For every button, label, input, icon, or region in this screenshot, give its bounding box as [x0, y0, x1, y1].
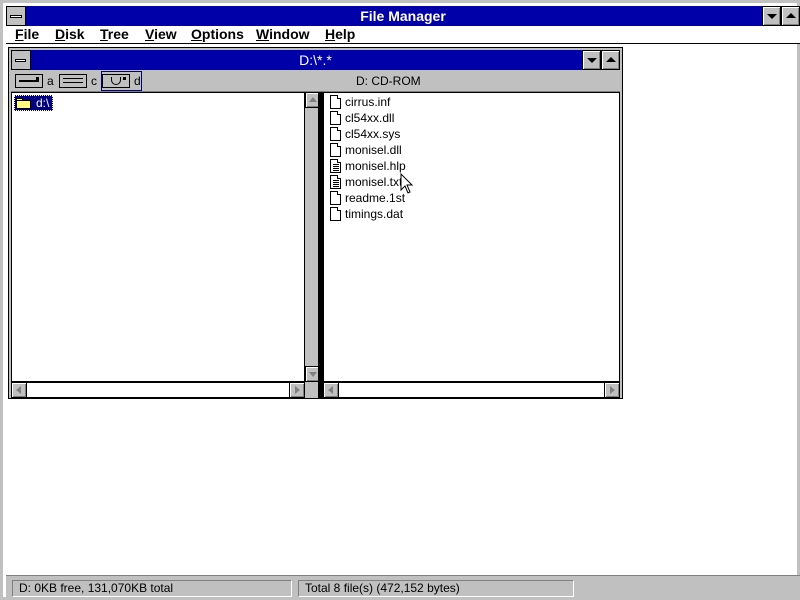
file-name: monisel.txt: [345, 175, 403, 189]
file-list-item[interactable]: timings.dat: [330, 206, 403, 222]
menu-file-label: ile: [23, 26, 40, 42]
tree-root-label: d:\: [36, 96, 50, 110]
minimize-icon: [587, 58, 597, 63]
drive-c-label: c: [91, 74, 97, 88]
file-name: timings.dat: [345, 207, 404, 221]
scroll-up-icon: [309, 97, 317, 102]
file-list-item[interactable]: monisel.dll: [330, 142, 402, 158]
menu-file-mnemonic: F: [15, 26, 24, 42]
file-list-item[interactable]: monisel.hlp: [330, 158, 406, 174]
directory-minimize-button[interactable]: [582, 50, 601, 70]
maximize-icon: [606, 57, 616, 62]
disk-space-status: D: 0KB free, 131,070KB total: [12, 580, 292, 597]
menu-help-mnemonic: H: [325, 26, 336, 42]
menu-tree[interactable]: Tree: [100, 26, 129, 42]
document-icon: [330, 207, 341, 221]
tree-scroll-left-button[interactable]: [11, 382, 27, 398]
text-document-icon: [330, 159, 341, 173]
maximize-icon: [786, 13, 796, 18]
hard-drive-icon: [59, 74, 87, 88]
menu-disk-label: isk: [65, 26, 85, 42]
menu-view-mnemonic: V: [145, 26, 155, 42]
document-icon: [330, 111, 341, 125]
file-name: cirrus.inf: [345, 95, 391, 109]
tree-horizontal-scrollbar[interactable]: [11, 382, 305, 398]
document-icon: [330, 191, 341, 205]
cdrom-drive-icon: [102, 74, 130, 88]
status-bar: D: 0KB free, 131,070KB total Total 8 fil…: [6, 575, 800, 600]
menu-options-mnemonic: O: [191, 26, 202, 42]
file-scroll-right-button[interactable]: [604, 382, 620, 398]
scroll-down-icon: [309, 372, 317, 377]
document-icon: [330, 127, 341, 141]
menu-disk[interactable]: Disk: [55, 26, 85, 42]
scroll-right-icon: [295, 386, 300, 394]
document-icon: [330, 143, 341, 157]
menu-window-mnemonic: W: [256, 26, 270, 42]
file-list-horizontal-scrollbar[interactable]: [323, 382, 620, 398]
directory-window-title: D:\*.*: [299, 52, 332, 68]
window-title: File Manager: [360, 8, 446, 24]
menu-bar: File Disk Tree View Options Window Help: [6, 26, 800, 44]
open-folder-icon: [16, 97, 32, 109]
file-list-item[interactable]: cl54xx.dll: [330, 110, 394, 126]
menu-help[interactable]: Help: [325, 26, 355, 42]
file-name: monisel.dll: [345, 143, 402, 157]
menu-window[interactable]: Window: [256, 26, 310, 42]
file-list-pane[interactable]: cirrus.inf cl54xx.dll cl54xx.sys monisel…: [323, 92, 620, 382]
title-bar[interactable]: File Manager: [6, 6, 800, 26]
menu-disk-mnemonic: D: [55, 26, 66, 42]
drive-info-label: D: CD-ROM: [356, 74, 421, 88]
scroll-left-icon: [16, 386, 21, 394]
directory-maximize-button[interactable]: [601, 50, 620, 70]
file-list-item[interactable]: cl54xx.sys: [330, 126, 400, 142]
tree-root-item[interactable]: d:\: [14, 95, 54, 111]
text-document-icon: [330, 175, 341, 189]
maximize-button[interactable]: [781, 6, 800, 26]
document-icon: [330, 95, 341, 109]
menu-view-label: iew: [154, 26, 177, 42]
file-scroll-left-button[interactable]: [323, 382, 339, 398]
directory-tree-pane[interactable]: d:\: [11, 92, 305, 382]
tree-hscroll-track[interactable]: [27, 382, 289, 398]
drive-bar: a c d D: CD-ROM: [11, 70, 620, 92]
menu-tree-mnemonic: T: [100, 26, 108, 42]
menu-tree-label: ree: [107, 26, 129, 42]
drive-d-label: d: [134, 74, 141, 88]
mouse-pointer-icon: [400, 173, 414, 194]
file-name: monisel.hlp: [345, 159, 406, 173]
file-hscroll-track[interactable]: [339, 382, 604, 398]
menu-options-label: ptions: [201, 26, 244, 42]
minimize-icon: [767, 14, 777, 19]
menu-options[interactable]: Options: [191, 26, 244, 42]
file-name: readme.1st: [345, 191, 406, 205]
menu-file[interactable]: File: [15, 26, 39, 42]
menu-view[interactable]: View: [145, 26, 177, 42]
file-manager-window: File Manager File Disk Tree View Options…: [0, 0, 800, 600]
menu-window-label: indow: [269, 26, 310, 42]
file-count-status: Total 8 file(s) (472,152 bytes): [298, 580, 574, 597]
floppy-drive-icon: [15, 74, 43, 88]
tree-scroll-right-button[interactable]: [289, 382, 305, 398]
file-name: cl54xx.sys: [345, 127, 401, 141]
menu-help-label: elp: [335, 26, 356, 42]
file-list-item[interactable]: cirrus.inf: [330, 94, 390, 110]
file-list-item[interactable]: monisel.txt: [330, 174, 402, 190]
drive-c[interactable]: c: [59, 72, 97, 90]
directory-window-title-bar[interactable]: D:\*.*: [11, 50, 620, 70]
drive-d[interactable]: d: [101, 71, 142, 91]
minimize-button[interactable]: [762, 6, 781, 26]
directory-window: D:\*.* a c d D: CD-ROM d:\ cirrus.inf cl…: [8, 47, 623, 399]
file-list-item[interactable]: readme.1st: [330, 190, 405, 206]
scroll-left-icon: [328, 386, 333, 394]
file-name: cl54xx.dll: [345, 111, 395, 125]
scroll-right-icon: [610, 386, 615, 394]
drive-a[interactable]: a: [15, 72, 54, 90]
drive-a-label: a: [47, 74, 54, 88]
